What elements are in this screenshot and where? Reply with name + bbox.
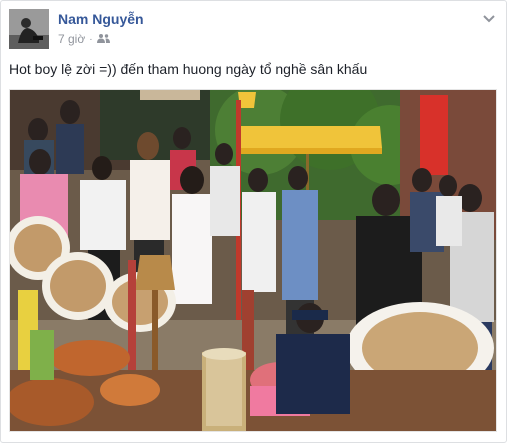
meta-separator: · [89,33,93,45]
feed-post: Nam Nguyễn 7 giờ · Hot boy lệ zời =)) đế… [0,0,507,443]
post-meta: 7 giờ · [58,32,110,46]
post-message: Hot boy lệ zời =)) đến tham huong ngày t… [9,61,368,77]
author-avatar[interactable] [9,9,49,49]
post-photo[interactable] [9,89,497,432]
chevron-down-icon[interactable] [482,11,496,23]
author-name-link[interactable]: Nam Nguyễn [58,11,144,27]
post-timestamp[interactable]: 7 giờ [58,32,85,46]
friends-icon[interactable] [96,32,110,46]
